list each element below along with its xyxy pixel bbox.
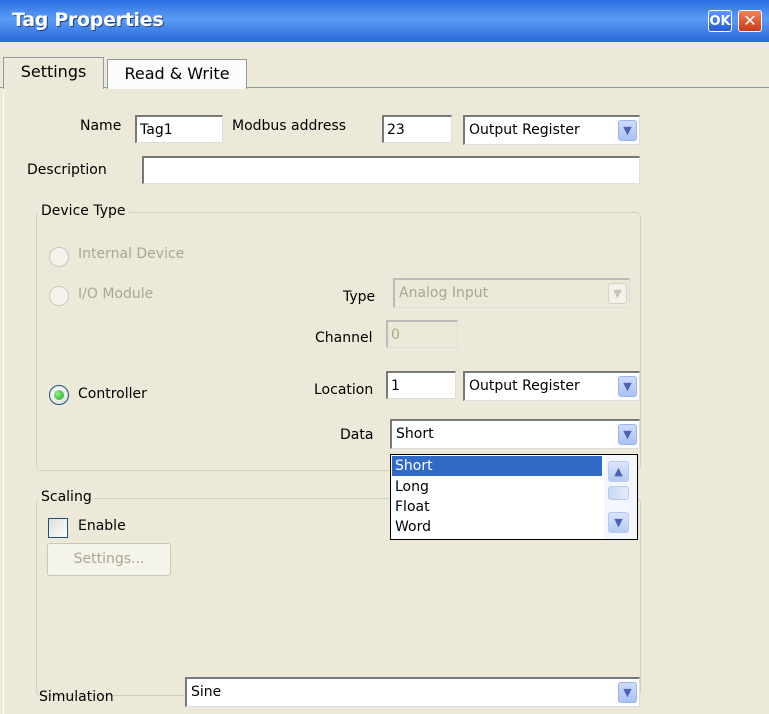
chevron-down-icon[interactable]: ▼ bbox=[618, 424, 637, 445]
data-type-select[interactable]: Short ▼ bbox=[390, 419, 640, 449]
controller-label: Controller bbox=[78, 386, 147, 402]
io-module-radio[interactable] bbox=[49, 286, 69, 306]
register-type-select[interactable]: Output Register ▼ bbox=[463, 115, 640, 145]
modbus-address-label: Modbus address bbox=[232, 118, 347, 134]
internal-device-label: Internal Device bbox=[78, 246, 185, 262]
chevron-down-icon[interactable]: ▼ bbox=[608, 283, 627, 304]
chevron-down-icon[interactable]: ▼ bbox=[618, 376, 637, 397]
name-label: Name bbox=[80, 118, 122, 134]
dropdown-scrollbar[interactable]: ▲ ▼ bbox=[604, 455, 637, 539]
enable-checkbox[interactable] bbox=[48, 518, 68, 538]
window-title: Tag Properties bbox=[12, 9, 164, 31]
controller-radio[interactable] bbox=[49, 385, 69, 405]
type-select[interactable]: Analog Input ▼ bbox=[393, 278, 630, 308]
chevron-down-icon[interactable]: ▼ bbox=[618, 682, 637, 703]
scaling-legend: Scaling bbox=[38, 489, 95, 505]
panel-border bbox=[3, 88, 4, 714]
description-input[interactable] bbox=[142, 156, 640, 184]
radio-selected-dot bbox=[54, 390, 64, 400]
dropdown-option-short[interactable]: Short bbox=[392, 456, 602, 476]
data-type-dropdown-list: Short Long Float Word ▲ ▼ bbox=[390, 454, 638, 540]
channel-input[interactable]: 0 bbox=[386, 320, 458, 348]
scroll-up-icon[interactable]: ▲ bbox=[608, 461, 629, 482]
name-input[interactable]: Tag1 bbox=[135, 115, 223, 143]
location-label: Location bbox=[314, 382, 374, 398]
title-bar: Tag Properties OK ✕ bbox=[0, 0, 769, 42]
dropdown-option-float[interactable]: Float bbox=[392, 497, 602, 517]
enable-label: Enable bbox=[78, 518, 126, 534]
device-type-legend: Device Type bbox=[38, 203, 129, 219]
simulation-label: Simulation bbox=[39, 689, 114, 705]
location-input[interactable]: 1 bbox=[386, 371, 456, 399]
dropdown-option-word[interactable]: Word bbox=[392, 517, 602, 537]
location-register-select[interactable]: Output Register ▼ bbox=[463, 371, 640, 401]
channel-label: Channel bbox=[315, 330, 373, 346]
simulation-value: Sine bbox=[191, 684, 222, 700]
scaling-settings-button[interactable]: Settings... bbox=[47, 543, 171, 576]
dropdown-option-long[interactable]: Long bbox=[392, 477, 602, 497]
scroll-thumb[interactable] bbox=[608, 486, 629, 500]
scroll-down-icon[interactable]: ▼ bbox=[608, 512, 629, 533]
ok-button[interactable]: OK bbox=[708, 10, 732, 32]
io-module-label: I/O Module bbox=[78, 286, 154, 302]
type-label: Type bbox=[343, 289, 376, 305]
tab-settings[interactable]: Settings bbox=[3, 57, 104, 89]
simulation-select[interactable]: Sine ▼ bbox=[185, 677, 640, 707]
tab-read-write[interactable]: Read & Write bbox=[107, 59, 247, 89]
type-value: Analog Input bbox=[399, 285, 489, 301]
chevron-down-icon[interactable]: ▼ bbox=[618, 120, 637, 141]
description-label: Description bbox=[27, 162, 107, 178]
register-type-value: Output Register bbox=[469, 122, 580, 138]
modbus-address-input[interactable]: 23 bbox=[382, 115, 452, 143]
close-icon[interactable]: ✕ bbox=[738, 10, 762, 32]
data-type-value: Short bbox=[396, 426, 434, 442]
internal-device-radio[interactable] bbox=[49, 247, 69, 267]
location-register-value: Output Register bbox=[469, 378, 580, 394]
data-label: Data bbox=[340, 427, 374, 443]
